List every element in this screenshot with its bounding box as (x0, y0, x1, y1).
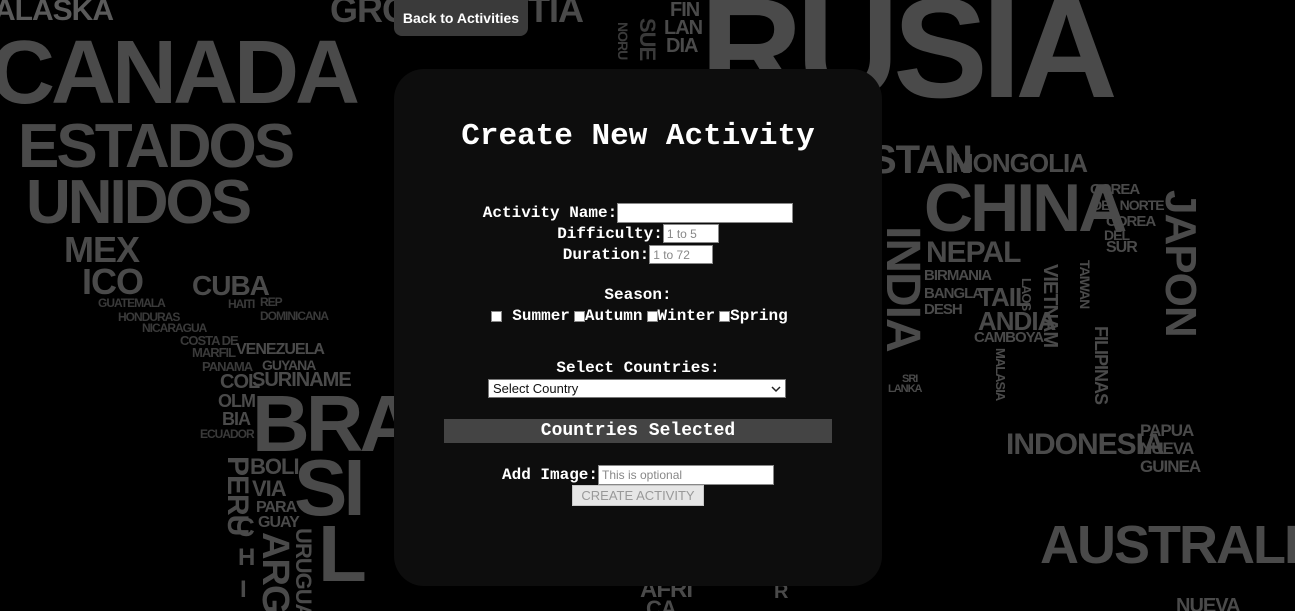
bg-word: BOLI (250, 454, 300, 479)
duration-row: Duration: (394, 245, 882, 264)
season-label: Season: (604, 286, 672, 304)
bg-word: CUBA (192, 270, 270, 301)
bg-word: NEPAL (926, 236, 1021, 269)
bg-word: BANGLA (924, 285, 983, 302)
bg-word: DIA (666, 35, 698, 57)
create-activity-button[interactable]: CREATE ACTIVITY (572, 485, 704, 506)
chevron-down-icon (771, 381, 781, 396)
bg-word: COREA (1090, 181, 1140, 198)
bg-word: URUGUAY (291, 528, 316, 611)
bg-word: SUE (635, 18, 660, 61)
bg-word: LANKA (888, 383, 922, 395)
season-heading-row: Season: (394, 286, 882, 304)
difficulty-row: Difficulty: (394, 224, 882, 243)
duration-input[interactable] (649, 245, 714, 264)
bg-word: CAMBOYA (974, 329, 1044, 346)
activity-name-input[interactable] (617, 203, 794, 223)
add-image-label: Add Image: (501, 466, 598, 484)
bg-word: INDIA (876, 226, 929, 352)
bg-word: H (238, 544, 255, 571)
bg-word: DEL NORTE (1092, 197, 1165, 213)
bg-word: AUSTRALIA (1040, 515, 1295, 575)
summer-label: Summer (512, 307, 570, 325)
bg-word: MALASIA (993, 348, 1008, 401)
bg-word: REP (260, 295, 283, 309)
countries-selected-header: Countries Selected (444, 419, 832, 443)
difficulty-input[interactable] (662, 224, 719, 243)
create-activity-card: Create New Activity Activity Name: Diffi… (394, 69, 882, 586)
bg-word: DOMINICANA (260, 309, 329, 323)
bg-word: VIA (252, 476, 287, 501)
bg-word: SUR (1106, 239, 1138, 256)
country-select-value: Select Country (493, 381, 579, 396)
spring-checkbox[interactable] (719, 310, 731, 322)
bg-word: NUEVA (1140, 439, 1194, 458)
bg-word: MARFIL (192, 345, 236, 360)
back-to-activities-button[interactable]: Back to Activities (394, 0, 528, 36)
bg-word: C (236, 512, 255, 542)
select-countries-label: Select Countries: (556, 359, 720, 377)
season-options: Summer Autumn Winter Spring (394, 307, 882, 325)
bg-word: HAITI (228, 297, 255, 311)
bg-word: BIRMANIA (924, 267, 992, 284)
duration-label: Duration: (562, 245, 650, 264)
page-title: Create New Activity (461, 119, 815, 154)
bg-word: VENEZUELA (236, 341, 325, 358)
countries-heading-row: Select Countries: (394, 359, 882, 377)
winter-checkbox[interactable] (646, 310, 658, 322)
autumn-label: Autumn (584, 307, 643, 325)
bg-word: BIA (222, 409, 251, 429)
bg-word: TIA (528, 0, 584, 30)
summer-checkbox[interactable] (491, 310, 503, 322)
difficulty-label: Difficulty: (557, 224, 663, 243)
spring-label: Spring (730, 307, 788, 325)
winter-label: Winter (657, 307, 716, 325)
bg-word: ECUADOR (200, 427, 255, 441)
bg-word: UNIDOS (26, 168, 252, 237)
bg-word: JAPON (1156, 190, 1205, 337)
bg-word: NUEVA (1176, 595, 1241, 611)
country-select[interactable]: Select Country (488, 379, 786, 398)
bg-word: TAIWAN (1077, 260, 1093, 309)
bg-word: L (318, 509, 367, 598)
bg-word: I (240, 576, 247, 603)
activity-name-label: Activity Name: (482, 204, 618, 222)
bg-word: CA (646, 596, 677, 611)
bg-word: NORU (615, 22, 631, 60)
bg-word: ARGE (254, 532, 296, 611)
image-url-input[interactable] (598, 465, 774, 485)
add-image-row: Add Image: (394, 465, 882, 485)
bg-word: DESH (924, 301, 963, 318)
bg-word: ICO (82, 261, 144, 302)
activity-name-row: Activity Name: (394, 203, 882, 223)
bg-word: GUINEA (1140, 457, 1201, 476)
bg-word: GUATEMALA (98, 296, 166, 310)
bg-word: PAPUA (1140, 421, 1194, 440)
bg-word: FILIPINAS (1091, 326, 1111, 405)
autumn-checkbox[interactable] (573, 310, 585, 322)
bg-word: CANADA (0, 23, 360, 123)
bg-word: LAOS (1019, 278, 1034, 311)
bg-word: OLM (218, 391, 256, 411)
